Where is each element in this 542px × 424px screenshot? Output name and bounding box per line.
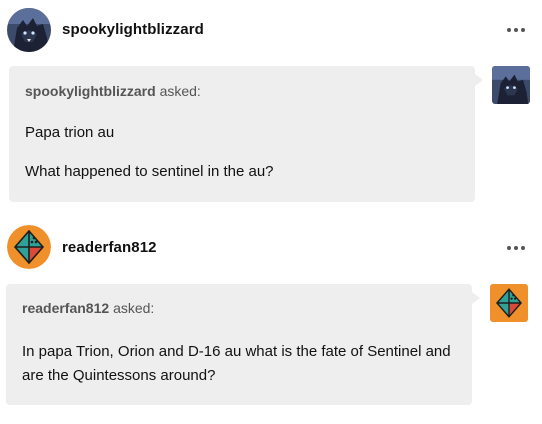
ask-bubble: readerfan812 asked: In papa Trion, Orion… [6,284,480,405]
more-dots-icon [521,246,525,250]
asked-label: asked: [159,83,201,99]
avatar[interactable] [7,8,51,52]
question-text: In papa Trion, Orion and D-16 au what is… [22,343,451,384]
more-dots-icon [514,246,518,250]
more-dots-icon [521,28,525,32]
more-dots-icon [507,246,511,250]
more-options-button[interactable] [506,20,526,40]
asker-line: readerfan812 asked: [22,300,154,316]
more-options-button[interactable] [506,238,526,258]
asked-label: asked: [113,300,155,316]
asker-avatar[interactable] [492,66,530,104]
asker-name[interactable]: spookylightblizzard [25,83,156,99]
question-text: Papa trion au [25,124,115,141]
ask-bubble: spookylightblizzard asked: Papa trion au… [9,66,483,202]
avatar[interactable] [7,225,51,269]
wolf-avatar-icon [7,8,51,52]
question-text: What happened to sentinel in the au? [25,163,274,180]
asker-line: spookylightblizzard asked: [25,83,201,99]
more-dots-icon [507,28,511,32]
wolf-avatar-icon [492,66,530,104]
diamond-avatar-icon [490,284,528,322]
post-username[interactable]: readerfan812 [62,239,157,256]
post: readerfan812 readerfan812 asked: In papa… [0,216,542,424]
post: spookylightblizzard spookylightblizzard … [0,0,542,212]
diamond-avatar-icon [7,225,51,269]
post-username[interactable]: spookylightblizzard [62,21,204,38]
asker-avatar[interactable] [490,284,528,322]
more-dots-icon [514,28,518,32]
asker-name[interactable]: readerfan812 [22,300,109,316]
